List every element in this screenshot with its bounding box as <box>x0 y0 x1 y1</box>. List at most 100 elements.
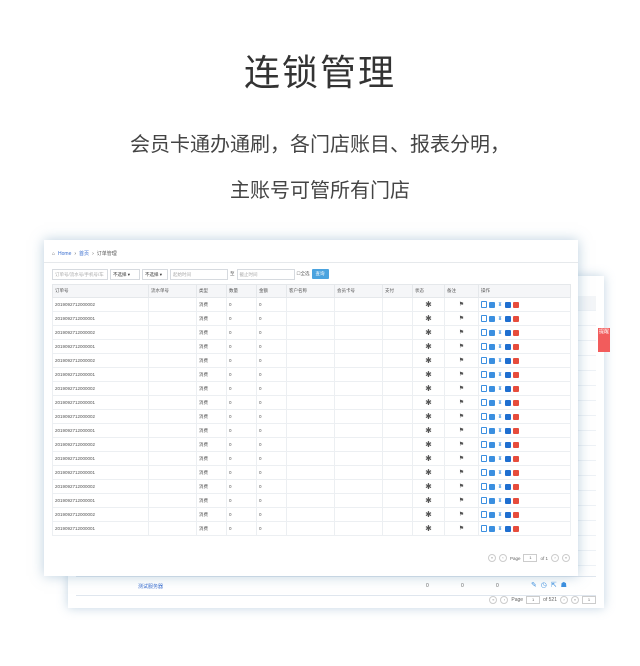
copy-icon[interactable] <box>481 399 487 406</box>
flag-icon[interactable]: ⚑ <box>444 465 479 480</box>
copy-icon[interactable] <box>481 315 487 322</box>
card-icon[interactable] <box>505 399 511 406</box>
delete-icon[interactable] <box>513 483 519 490</box>
yen-icon[interactable]: ¥ <box>497 316 503 322</box>
copy-icon[interactable] <box>481 329 487 336</box>
status-gear-icon[interactable]: ✱ <box>412 465 445 480</box>
copy-icon[interactable] <box>481 469 487 476</box>
delete-icon[interactable] <box>513 385 519 392</box>
yen-icon[interactable]: ¥ <box>497 512 503 518</box>
delete-icon[interactable] <box>513 469 519 476</box>
column-header[interactable]: 备注 <box>444 284 479 298</box>
card-icon[interactable] <box>505 455 511 462</box>
type-select[interactable]: 不选择 ▾ <box>110 268 140 280</box>
flag-icon[interactable]: ⚑ <box>444 479 479 494</box>
flag-icon[interactable]: ⚑ <box>444 353 479 368</box>
delete-icon[interactable] <box>513 371 519 378</box>
column-header[interactable]: 会员卡号 <box>334 284 383 298</box>
flag-icon[interactable]: ⚑ <box>444 367 479 382</box>
yen-icon[interactable]: ¥ <box>497 428 503 434</box>
copy-icon[interactable] <box>481 455 487 462</box>
print-icon[interactable] <box>489 483 495 490</box>
flag-icon[interactable]: ⚑ <box>444 493 479 508</box>
status-gear-icon[interactable]: ✱ <box>412 395 445 410</box>
card-icon[interactable] <box>505 385 511 392</box>
card-icon[interactable] <box>505 315 511 322</box>
print-icon[interactable] <box>489 441 495 448</box>
copy-icon[interactable] <box>481 511 487 518</box>
print-icon[interactable] <box>489 455 495 462</box>
copy-icon[interactable] <box>481 427 487 434</box>
flag-icon[interactable]: ⚑ <box>444 423 479 438</box>
delete-icon[interactable] <box>513 301 519 308</box>
card-icon[interactable] <box>505 511 511 518</box>
card-icon[interactable] <box>505 497 511 504</box>
table-row[interactable]: 2019092712000002 消费 0 0 ✱ ⚑ ¥ <box>52 507 571 522</box>
status-gear-icon[interactable]: ✱ <box>412 325 445 340</box>
delete-icon[interactable] <box>513 455 519 462</box>
card-icon[interactable] <box>505 413 511 420</box>
table-row[interactable]: 2019092712000001 消费 0 0 ✱ ⚑ ¥ <box>52 395 571 410</box>
yen-icon[interactable]: ¥ <box>497 330 503 336</box>
card-icon[interactable] <box>505 301 511 308</box>
yen-icon[interactable]: ¥ <box>497 456 503 462</box>
table-row[interactable]: 2019092712000001 消费 0 0 ✱ ⚑ ¥ <box>52 521 571 536</box>
page-input[interactable]: 1 <box>523 554 538 562</box>
copy-icon[interactable] <box>481 385 487 392</box>
copy-icon[interactable] <box>481 483 487 490</box>
print-icon[interactable] <box>489 525 495 532</box>
column-header[interactable]: 流水单号 <box>148 284 197 298</box>
flag-icon[interactable]: ⚑ <box>444 325 479 340</box>
yen-icon[interactable]: ¥ <box>497 526 503 532</box>
flag-icon[interactable]: ⚑ <box>444 339 479 354</box>
yen-icon[interactable]: ¥ <box>497 414 503 420</box>
print-icon[interactable] <box>489 329 495 336</box>
column-header[interactable]: 类型 <box>196 284 227 298</box>
copy-icon[interactable] <box>481 497 487 504</box>
delete-icon[interactable] <box>513 413 519 420</box>
copy-icon[interactable] <box>481 301 487 308</box>
next-page-icon[interactable]: › <box>551 554 559 562</box>
yen-icon[interactable]: ¥ <box>497 442 503 448</box>
status-select[interactable]: 不选择 ▾ <box>142 268 168 280</box>
next-page-icon[interactable]: › <box>560 596 568 604</box>
flag-icon[interactable]: ⚑ <box>444 381 479 396</box>
copy-icon[interactable] <box>481 413 487 420</box>
flag-icon[interactable]: ⚑ <box>444 311 479 326</box>
flag-icon[interactable]: ⚑ <box>444 521 479 536</box>
table-row[interactable]: 2019092712000002 消费 0 0 ✱ ⚑ ¥ <box>52 381 571 396</box>
prev-page-icon[interactable]: ‹ <box>498 554 507 562</box>
card-icon[interactable] <box>505 525 511 532</box>
yen-icon[interactable]: ¥ <box>497 400 503 406</box>
table-row[interactable]: 2019092712000002 消费 0 0 ✱ ⚑ ¥ <box>52 297 571 312</box>
column-header[interactable]: 金额 <box>256 284 287 298</box>
copy-icon[interactable] <box>481 441 487 448</box>
breadcrumb-home[interactable]: Home <box>58 251 71 257</box>
delete-icon[interactable] <box>513 315 519 322</box>
print-icon[interactable] <box>489 357 495 364</box>
print-icon[interactable] <box>489 385 495 392</box>
card-icon[interactable] <box>505 343 511 350</box>
print-icon[interactable] <box>489 413 495 420</box>
print-icon[interactable] <box>489 427 495 434</box>
flag-icon[interactable]: ⚑ <box>444 297 479 312</box>
flag-icon[interactable]: ⚑ <box>444 507 479 522</box>
card-icon[interactable] <box>505 329 511 336</box>
card-icon[interactable] <box>505 371 511 378</box>
card-icon[interactable] <box>505 483 511 490</box>
table-row[interactable]: 2019092712000001 消费 0 0 ✱ ⚑ ¥ <box>52 423 571 438</box>
copy-icon[interactable] <box>481 357 487 364</box>
column-header[interactable]: 客户名称 <box>286 284 335 298</box>
delete-icon[interactable] <box>513 427 519 434</box>
flag-icon[interactable]: ⚑ <box>444 437 479 452</box>
last-page-icon[interactable]: » <box>562 554 570 562</box>
flag-icon[interactable]: ⚑ <box>444 409 479 424</box>
table-row[interactable]: 2019092712000001 消费 0 0 ✱ ⚑ ¥ <box>52 339 571 354</box>
flag-icon[interactable]: ⚑ <box>444 395 479 410</box>
yen-icon[interactable]: ¥ <box>497 386 503 392</box>
status-gear-icon[interactable]: ✱ <box>412 479 445 494</box>
page-size-select[interactable]: 1 <box>582 596 596 604</box>
page-input[interactable]: 1 <box>526 596 541 604</box>
table-row[interactable]: 2019092712000002 消费 0 0 ✱ ⚑ ¥ <box>52 437 571 452</box>
status-gear-icon[interactable]: ✱ <box>412 367 445 382</box>
